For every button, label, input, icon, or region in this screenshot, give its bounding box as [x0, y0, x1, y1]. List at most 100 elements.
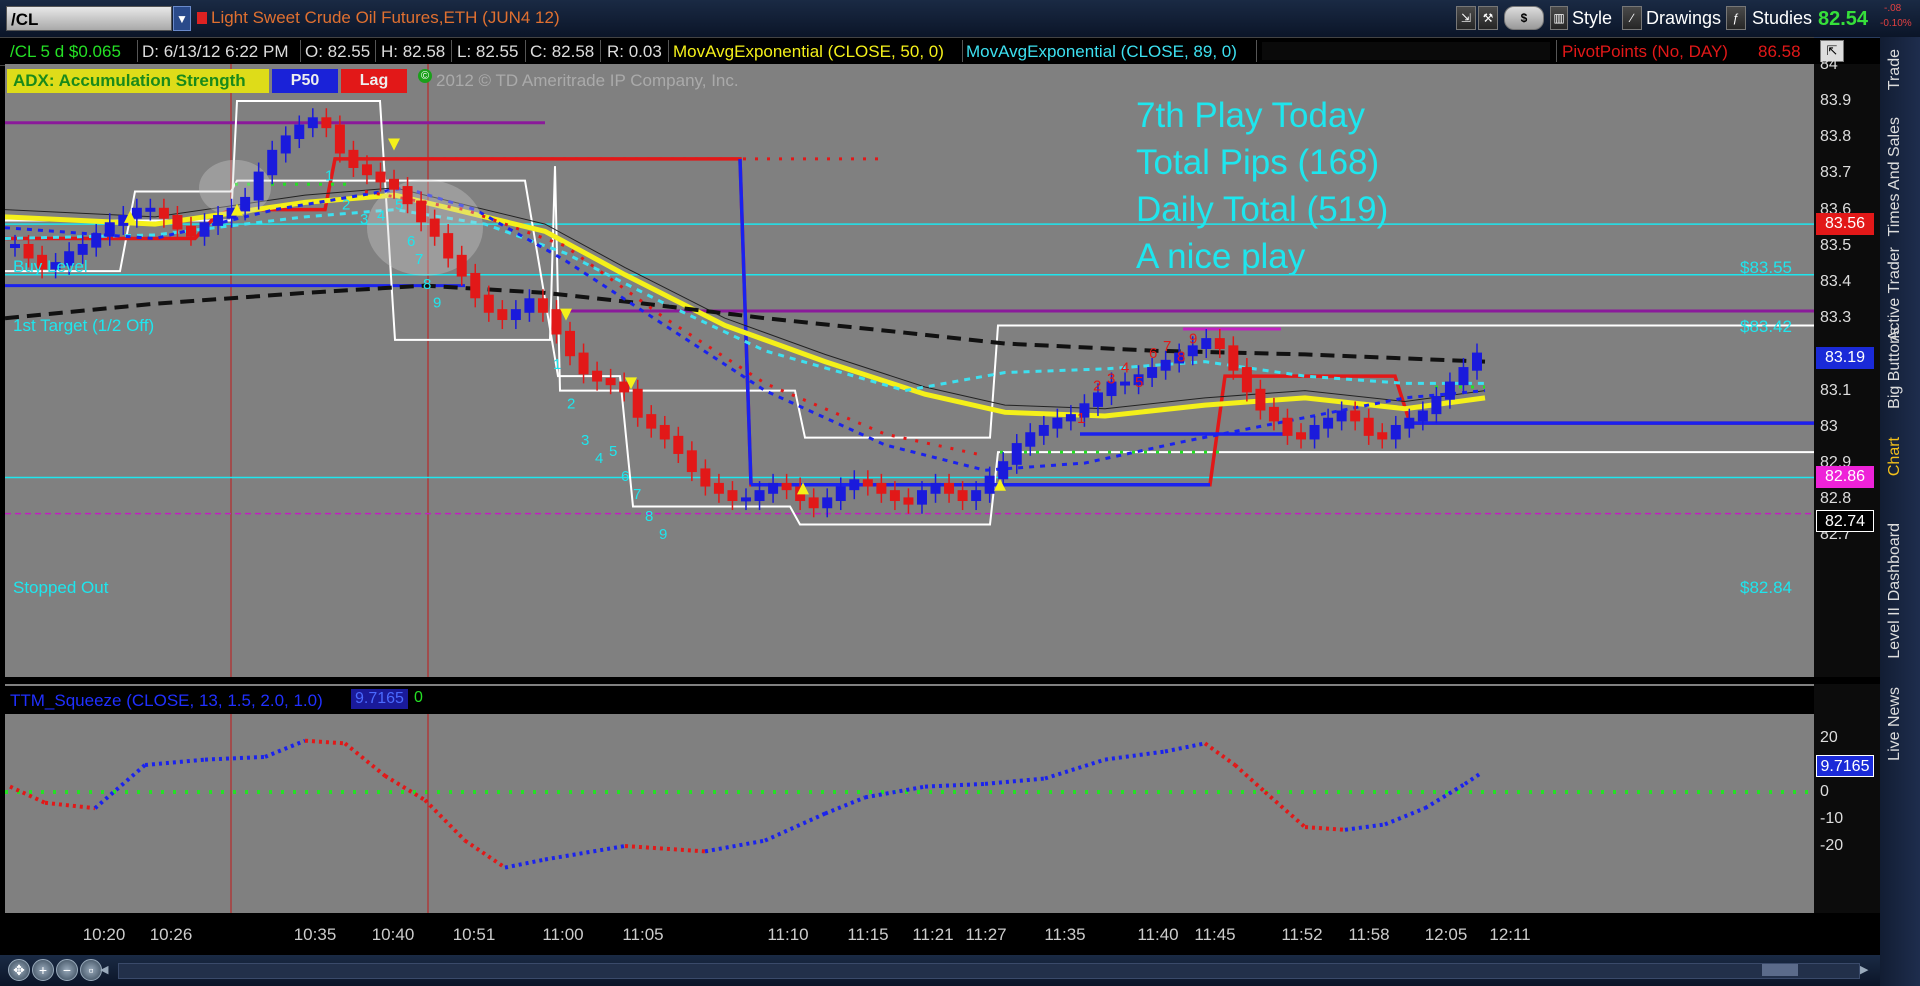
squeeze-tick: 20	[1820, 729, 1838, 746]
candle	[361, 164, 372, 176]
range-label: R: 0.03	[607, 42, 662, 61]
time-tick: 11:21	[912, 925, 954, 944]
candle	[104, 222, 115, 237]
sidebar-tab-trade[interactable]: Trade	[1886, 49, 1904, 90]
candle	[213, 215, 224, 226]
candle	[1472, 352, 1482, 371]
count-label: 5	[1135, 374, 1143, 391]
candle	[131, 207, 142, 219]
squeeze-segment	[864, 784, 926, 800]
sidebar-tab-live-news[interactable]: Live News	[1886, 687, 1904, 761]
time-tick: 10:20	[82, 925, 126, 944]
time-tick: 10:51	[452, 925, 496, 944]
candle	[91, 233, 102, 248]
drawings-icon[interactable]: ∕	[1622, 6, 1642, 30]
ema89-label: MovAvgExponential (CLOSE, 89, 0)	[966, 42, 1237, 61]
time-tick: 10:26	[149, 925, 193, 944]
time-tick: 11:00	[542, 925, 584, 944]
wrench-icon[interactable]: ⚒	[1478, 6, 1498, 30]
squeeze-tick: -20	[1820, 837, 1844, 854]
price-tag: 83.19	[1816, 347, 1874, 370]
drawings-menu[interactable]: Drawings	[1646, 8, 1721, 29]
price-tick: 83.5	[1820, 236, 1852, 254]
lag-badge: Lag	[341, 69, 407, 93]
candle	[199, 222, 210, 237]
price-tick: 83.3	[1820, 309, 1852, 327]
squeeze-value: 9.7165	[351, 689, 408, 709]
count-label: 1	[553, 356, 561, 373]
time-axis[interactable]: 10:20 10:26 10:35 10:40 10:51 11:00 11:05 11:10…	[0, 913, 1814, 955]
sidebar-tab-big-buttons[interactable]: Big Buttons	[1886, 327, 1904, 409]
time-scrollbar[interactable]	[118, 963, 1860, 979]
symbol-dropdown-icon[interactable]: ▼	[173, 6, 191, 31]
symbol-input[interactable]: /CL	[6, 6, 172, 31]
candle	[781, 482, 792, 491]
count-label: 4	[377, 207, 385, 224]
pan-icon[interactable]: ✥	[8, 959, 30, 981]
price-tick: 82.8	[1820, 490, 1852, 508]
sidebar-tab-chart[interactable]: Chart	[1886, 437, 1904, 476]
time-tick: 10:40	[371, 925, 415, 944]
squeeze-zero: 0	[414, 689, 423, 706]
buy-level-label: Buy Level	[13, 257, 88, 276]
count-label: 2	[1093, 378, 1101, 395]
date-label: D: 6/13/12 6:22 PM	[142, 42, 289, 61]
count-label: 7	[1163, 338, 1171, 355]
candle	[267, 149, 278, 176]
time-tick: 10:35	[293, 925, 337, 944]
squeeze-segment	[1233, 763, 1267, 794]
candle	[1431, 396, 1442, 415]
dollar-icon[interactable]: $	[1504, 6, 1544, 30]
candle	[984, 475, 995, 494]
candle	[348, 149, 359, 168]
squeeze-segment	[1384, 806, 1426, 827]
style-tool-icon[interactable]: ⇲	[1456, 6, 1476, 30]
squeeze-segment	[204, 754, 266, 762]
open-label: O: 82.55	[305, 42, 371, 61]
candle	[1404, 417, 1415, 429]
price-axis[interactable]: 8483.983.883.783.683.583.483.383.283.183…	[1814, 56, 1880, 677]
candle	[1309, 424, 1320, 440]
high-label: H: 82.58	[381, 42, 446, 61]
count-label: 8	[423, 276, 431, 293]
count-label: 8	[645, 508, 653, 525]
zoom-out-icon[interactable]: −	[56, 959, 78, 981]
zoom-fit-icon[interactable]: ▫	[80, 959, 102, 981]
squeeze-pane[interactable]	[5, 684, 1814, 913]
sidebar-tab-times-and-sales[interactable]: Times And Sales	[1886, 117, 1904, 236]
candle	[483, 294, 494, 313]
candle	[808, 497, 819, 509]
pivot-value: 86.58	[1758, 42, 1801, 61]
low-label: L: 82.55	[457, 42, 519, 61]
white-channel-lower	[5, 179, 1814, 526]
scroll-right-icon[interactable]: ▶	[1860, 963, 1874, 977]
scrollbar-thumb[interactable]	[1762, 964, 1798, 976]
candle	[1296, 432, 1307, 440]
squeeze-segment	[824, 795, 866, 816]
squeeze-axis[interactable]: 20 0 -10 -20 9.7165	[1814, 684, 1880, 913]
studies-icon[interactable]: ƒ	[1726, 6, 1746, 30]
candle	[849, 479, 860, 491]
signal-arrow	[560, 308, 572, 321]
sidebar-tab-dashboard[interactable]: Dashboard	[1886, 523, 1904, 601]
candle	[1268, 406, 1279, 422]
chart-type-icon[interactable]: ▥	[1550, 6, 1568, 30]
note-line-1: 7th Play Today	[1136, 96, 1365, 135]
scroll-left-icon[interactable]: ◀	[100, 963, 114, 977]
style-menu[interactable]: Style	[1572, 8, 1612, 29]
count-label: 6	[621, 468, 629, 485]
count-label: 4	[1121, 360, 1129, 377]
studies-menu[interactable]: Studies	[1752, 8, 1812, 29]
sidebar-tab-level-ii[interactable]: Level II	[1886, 607, 1904, 659]
squeeze-segment	[463, 838, 507, 870]
price-tick: 83.1	[1820, 381, 1852, 399]
copyright-text: 2012 © TD Ameritrade IP Company, Inc.	[436, 71, 739, 90]
count-label: 5	[609, 443, 617, 460]
candle	[1241, 367, 1252, 393]
period-label: /CL 5 d $0.065	[10, 42, 121, 61]
price-chart[interactable]: 123456789123456789123456789	[5, 64, 1814, 677]
zoom-in-icon[interactable]: +	[32, 959, 54, 981]
count-label: 1	[325, 168, 333, 185]
time-tick: 11:10	[767, 925, 809, 944]
candle	[1120, 381, 1131, 386]
